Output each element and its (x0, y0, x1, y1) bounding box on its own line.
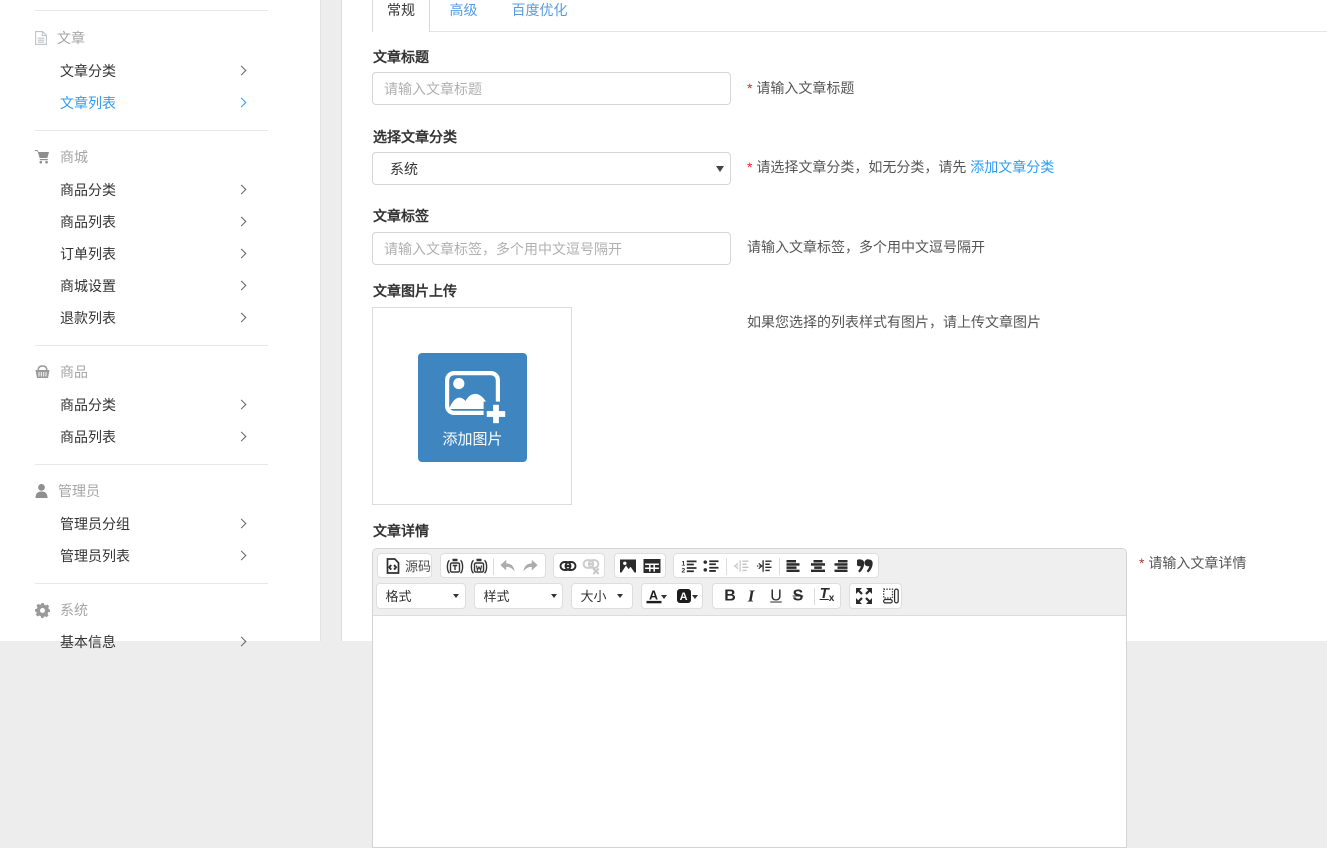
svg-text:2: 2 (682, 567, 686, 572)
svg-text:1: 1 (682, 560, 686, 567)
svg-text:A: A (649, 588, 658, 602)
svg-text:A: A (680, 591, 688, 603)
